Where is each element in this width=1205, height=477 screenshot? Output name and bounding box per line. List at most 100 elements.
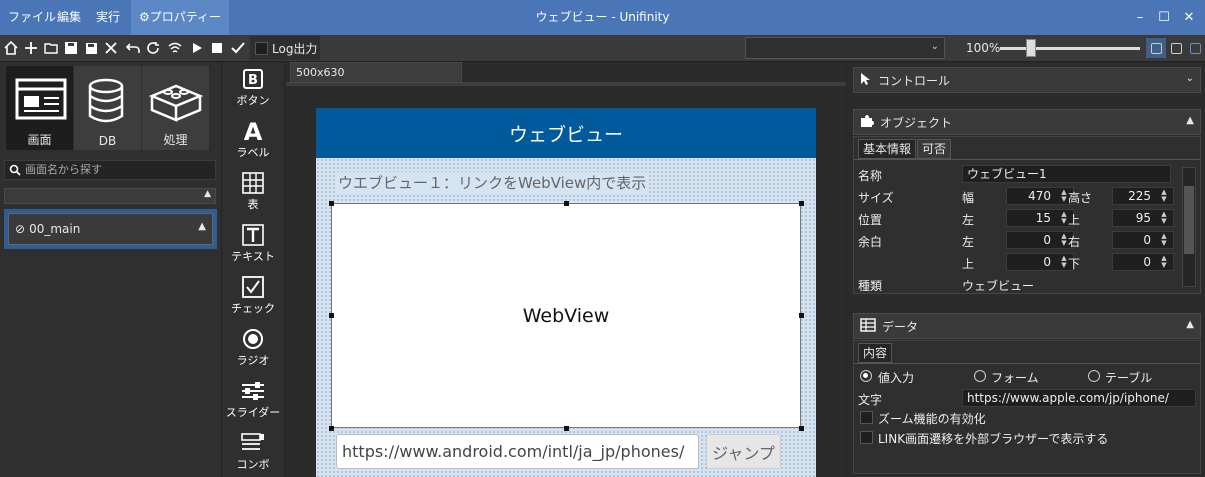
check-icon[interactable] bbox=[229, 39, 247, 57]
chevron-up-icon[interactable]: ▲ bbox=[198, 221, 206, 232]
category-process[interactable]: 処理 bbox=[142, 66, 209, 150]
play-icon[interactable] bbox=[188, 39, 206, 57]
app-window: ウェブビュー - Unifinity ファイル 編集 実行 ⚙プロパティー – … bbox=[0, 0, 1205, 477]
resize-handle[interactable] bbox=[799, 426, 804, 431]
svg-text:A: A bbox=[244, 119, 263, 143]
wifi-icon[interactable] bbox=[166, 39, 184, 57]
scrollbar-thumb[interactable] bbox=[1184, 186, 1194, 254]
spinner-icon[interactable]: ▲ ▼ bbox=[1157, 233, 1171, 247]
margin-left-field[interactable]: 0 ▲ ▼ bbox=[1006, 231, 1074, 249]
resize-handle[interactable] bbox=[799, 201, 804, 206]
layout-full-icon[interactable] bbox=[1185, 38, 1205, 58]
resize-handle[interactable] bbox=[799, 313, 804, 318]
tab-permissions[interactable]: 可否 bbox=[917, 139, 952, 159]
caption-label[interactable]: ウエブビュー１：リンクをWebView内で表示 bbox=[336, 172, 649, 193]
width-field[interactable]: 470 ▲ ▼ bbox=[1006, 187, 1074, 205]
resize-handle[interactable] bbox=[329, 426, 334, 431]
spinner-icon[interactable]: ▲ ▼ bbox=[1157, 211, 1171, 225]
webview-control[interactable]: WebView bbox=[331, 203, 801, 428]
jump-button[interactable]: ジャンプ bbox=[706, 434, 781, 469]
home-icon[interactable] bbox=[2, 39, 20, 57]
database-icon bbox=[88, 78, 124, 123]
tab-canvas-size[interactable]: 500x630 bbox=[290, 62, 462, 83]
spinner-icon[interactable]: ▲ ▼ bbox=[1157, 255, 1171, 269]
margin-top-field[interactable]: 0 ▲ ▼ bbox=[1006, 253, 1074, 271]
plus-icon[interactable] bbox=[22, 39, 40, 57]
close-window-button[interactable]: ✕ bbox=[1176, 0, 1202, 35]
palette-table[interactable]: 表 bbox=[222, 170, 284, 220]
palette-check[interactable]: チェック bbox=[222, 274, 284, 324]
resize-handle[interactable] bbox=[564, 201, 569, 206]
height-field[interactable]: 225 ▲ ▼ bbox=[1112, 187, 1174, 205]
name-field[interactable]: ウェブビュー1 bbox=[962, 165, 1171, 183]
palette-radio[interactable]: ラジオ bbox=[222, 326, 284, 376]
layout-single-icon[interactable] bbox=[1146, 38, 1166, 58]
text-value-field[interactable]: https://www.apple.com/jp/iphone/ bbox=[962, 389, 1196, 407]
stop-icon[interactable] bbox=[208, 39, 226, 57]
url-input[interactable]: https://www.android.com/intl/ja_jp/phone… bbox=[336, 434, 699, 469]
save-icon[interactable] bbox=[62, 39, 80, 57]
resize-handle[interactable] bbox=[329, 313, 334, 318]
category-screen[interactable]: 画面 bbox=[6, 66, 73, 150]
menu-edit[interactable]: 編集 bbox=[57, 0, 81, 35]
margin-bottom-field[interactable]: 0 ▲ ▼ bbox=[1112, 253, 1174, 271]
name-label: 名称 bbox=[858, 169, 883, 183]
layout-split-icon[interactable] bbox=[1166, 38, 1186, 58]
margin-top-value: 0 bbox=[1043, 255, 1051, 269]
folder-icon[interactable] bbox=[42, 39, 60, 57]
palette-combo[interactable]: コンボ bbox=[222, 430, 284, 477]
control-selector[interactable]: コントロール ⌄ bbox=[853, 67, 1201, 93]
screen-item-00-main[interactable]: ⊘ 00_main ▲ bbox=[8, 213, 213, 245]
resize-handle[interactable] bbox=[329, 201, 334, 206]
combo-icon bbox=[241, 430, 265, 456]
palette-slider[interactable]: スライダー bbox=[222, 378, 284, 428]
external-browser-checkbox[interactable] bbox=[860, 431, 873, 444]
category-db-label: DB bbox=[98, 134, 117, 148]
zoom-slider[interactable] bbox=[1000, 47, 1140, 50]
resize-handle[interactable] bbox=[564, 426, 569, 431]
screen-search-input[interactable]: 画面名から探す bbox=[4, 160, 216, 180]
pos-top-field[interactable]: 95 ▲ ▼ bbox=[1112, 209, 1174, 227]
close-icon[interactable] bbox=[102, 39, 120, 57]
position-label: 位置 bbox=[858, 213, 883, 227]
zoom-slider-thumb[interactable] bbox=[1025, 39, 1036, 57]
refresh-icon[interactable] bbox=[144, 39, 162, 57]
radio-form-label: フォーム bbox=[991, 371, 1039, 385]
palette-button[interactable]: B ボタン bbox=[222, 66, 284, 116]
app-header[interactable]: ウェブビュー bbox=[316, 108, 816, 158]
palette-label[interactable]: A ラベル bbox=[222, 118, 284, 168]
properties-scrollbar[interactable] bbox=[1182, 167, 1196, 287]
margin-right-field[interactable]: 0 ▲ ▼ bbox=[1112, 231, 1174, 249]
menu-file[interactable]: ファイル bbox=[8, 0, 56, 35]
menu-properties[interactable]: ⚙プロパティー bbox=[131, 0, 230, 35]
device-select[interactable]: ⌄ bbox=[745, 37, 945, 59]
save-all-icon[interactable] bbox=[82, 39, 100, 57]
pos-left-field[interactable]: 15 ▲ ▼ bbox=[1006, 209, 1074, 227]
data-section-header[interactable]: データ ▲ bbox=[853, 313, 1201, 339]
category-db[interactable]: DB bbox=[74, 66, 141, 150]
app-header-title: ウェブビュー bbox=[508, 123, 623, 146]
tab-content[interactable]: 内容 bbox=[858, 343, 893, 363]
pos-left-label: 左 bbox=[962, 213, 975, 227]
spinner-icon[interactable]: ▲ ▼ bbox=[1157, 189, 1171, 203]
log-output-checkbox[interactable] bbox=[255, 41, 268, 55]
radio-value-input[interactable] bbox=[860, 370, 872, 382]
table-icon bbox=[242, 170, 264, 196]
radio-table[interactable] bbox=[1088, 370, 1100, 382]
control-palette: B ボタン A ラベル 表 テキスト チェック ラジオ スライダー コンボ bbox=[221, 62, 285, 477]
object-section-header[interactable]: オブジェクト ▲ bbox=[853, 109, 1201, 135]
maximize-button[interactable]: ☐ bbox=[1151, 0, 1177, 35]
tab-basic-info[interactable]: 基本情報 bbox=[858, 139, 917, 159]
palette-radio-label: ラジオ bbox=[236, 354, 270, 367]
menu-run[interactable]: 実行 bbox=[96, 0, 120, 35]
radio-form[interactable] bbox=[974, 370, 986, 382]
screen-tree-header[interactable]: ▲ bbox=[4, 188, 216, 204]
zoom-enable-checkbox[interactable] bbox=[860, 411, 873, 424]
log-output-toggle[interactable]: Log出力 bbox=[250, 36, 320, 60]
palette-text[interactable]: テキスト bbox=[222, 222, 284, 272]
minimize-button[interactable]: – bbox=[1127, 0, 1153, 35]
data-section-title: データ bbox=[882, 319, 919, 334]
undo-icon[interactable] bbox=[124, 39, 142, 57]
blocks-icon bbox=[148, 84, 204, 122]
palette-table-label: 表 bbox=[247, 198, 259, 211]
